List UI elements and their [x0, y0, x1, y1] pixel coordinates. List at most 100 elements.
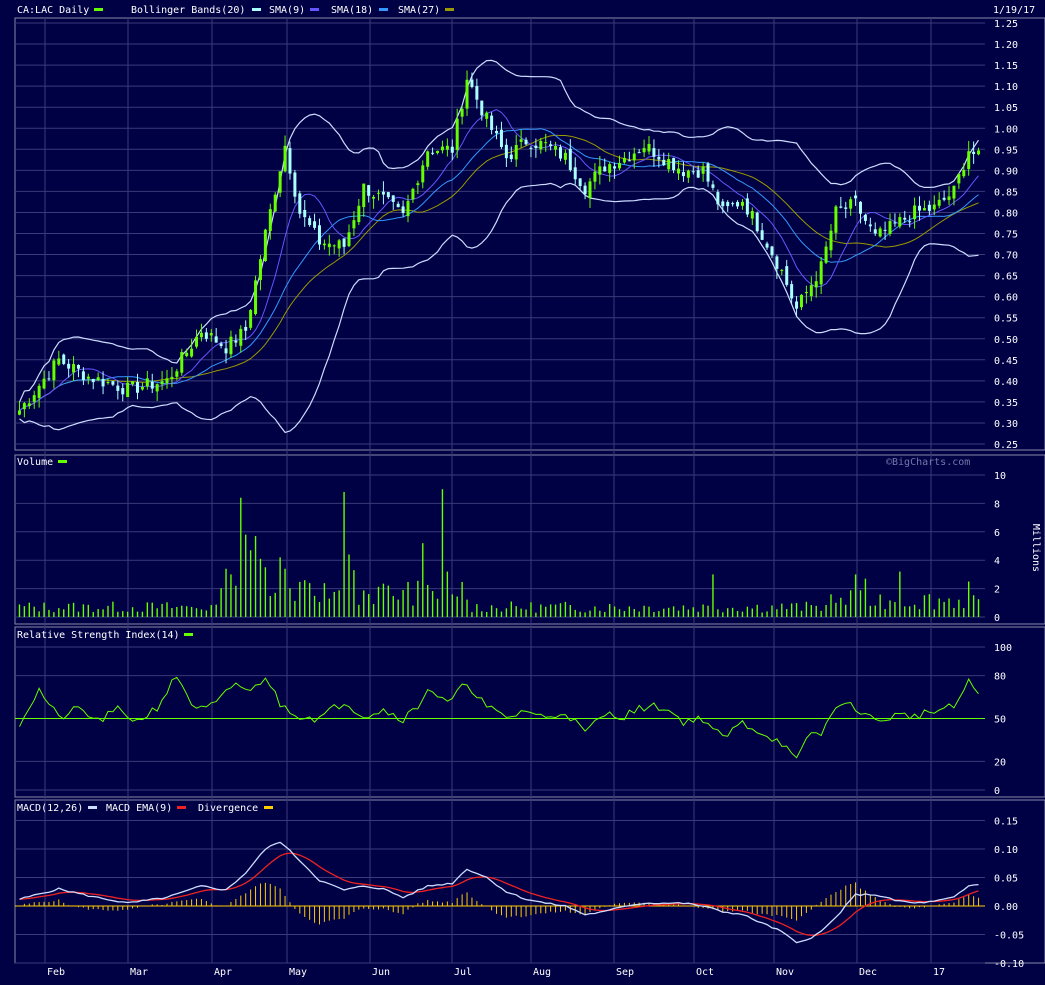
candle-body	[652, 148, 656, 157]
candle-body	[637, 152, 641, 154]
candle-body	[76, 365, 80, 369]
candle-body	[47, 378, 51, 380]
candle-body	[947, 196, 951, 201]
price-tick-label: 0.80	[994, 208, 1018, 219]
candle-body	[160, 381, 164, 385]
volume-tick-label: 8	[994, 499, 1000, 510]
candle-body	[922, 208, 926, 211]
candle-body	[834, 206, 838, 233]
candle-body	[740, 201, 744, 206]
chart-svg: Feb Mar Apr May Jun Jul Aug Sep Oct Nov Dec 17 1.25 1…	[14, 5, 1045, 978]
candle-body	[485, 112, 489, 119]
candle-body	[819, 261, 823, 285]
candle-body	[342, 238, 346, 247]
volume-title: Volume	[17, 457, 53, 468]
candle-body	[701, 166, 705, 174]
candle-body	[327, 243, 331, 248]
candle-body	[273, 194, 277, 212]
candle-body	[627, 160, 631, 162]
candle-body	[406, 201, 410, 217]
candle-body	[539, 140, 543, 150]
candle-body	[672, 158, 676, 171]
candle-body	[977, 150, 981, 155]
candle-body	[263, 229, 267, 262]
macd-line	[19, 841, 979, 944]
candle-body	[229, 336, 233, 355]
candle-body	[367, 185, 371, 196]
candle-body	[967, 151, 971, 169]
candle-body	[145, 378, 149, 387]
month-tick-label: Aug	[533, 967, 551, 978]
candle-body	[854, 195, 858, 199]
candle-body	[731, 203, 735, 205]
sma27-line	[19, 134, 979, 411]
candle-body	[903, 217, 907, 220]
candle-body	[509, 154, 513, 160]
volume-tick-label: 10	[994, 471, 1006, 482]
candle-body	[116, 385, 120, 391]
panel-frame	[14, 799, 1045, 964]
rsi-panel	[15, 676, 985, 759]
candle-body	[62, 354, 66, 364]
axes: Feb Mar Apr May Jun Jul Aug Sep Oct Nov Dec 17 1.25 1…	[47, 19, 1024, 978]
candle-body	[268, 209, 272, 231]
price-tick-label: 0.60	[994, 293, 1018, 304]
candle-body	[219, 343, 223, 347]
candle-body	[67, 363, 71, 369]
candle-body	[386, 192, 390, 198]
sma27-legend-swatch	[445, 8, 454, 11]
candle-body	[86, 376, 90, 379]
candle-body	[839, 206, 843, 208]
candle-body	[499, 129, 503, 147]
price-tick-label: 0.50	[994, 335, 1018, 346]
price-tick-label: 0.40	[994, 377, 1018, 388]
candle-body	[918, 205, 922, 211]
price-tick-label: 1.25	[994, 19, 1018, 30]
candle-body	[657, 156, 661, 160]
candle-body	[932, 204, 936, 210]
candle-body	[32, 395, 36, 402]
candle-body	[52, 360, 56, 381]
candle-body	[824, 246, 828, 263]
divergence-legend-swatch	[264, 806, 273, 809]
price-title: CA:LAC Daily	[17, 5, 89, 16]
candle-body	[563, 152, 567, 160]
rsi-title: Relative Strength Index(14)	[17, 630, 180, 641]
candle-body	[377, 192, 380, 194]
candle-body	[199, 332, 203, 338]
candle-body	[258, 259, 262, 281]
rsi-tick-label: 20	[994, 757, 1006, 768]
price-tick-label: 0.70	[994, 251, 1018, 262]
candle-body	[544, 142, 548, 144]
divergence-label: Divergence	[198, 803, 258, 814]
candle-body	[42, 378, 46, 389]
candle-body	[736, 201, 740, 207]
candle-body	[804, 292, 808, 294]
month-tick-label: Jul	[454, 967, 472, 978]
candle-body	[288, 148, 292, 174]
month-tick-label: Oct	[696, 967, 714, 978]
candle-body	[450, 146, 454, 153]
candle-body	[126, 382, 130, 398]
candle-body	[101, 378, 105, 387]
candle-body	[234, 340, 238, 343]
month-tick-label: May	[289, 967, 307, 978]
volume-tick-label: 4	[994, 556, 1000, 567]
candle-body	[755, 212, 759, 232]
candle-body	[362, 183, 366, 208]
candle-body	[170, 376, 174, 380]
candle-body	[662, 159, 666, 166]
price-tick-label: 0.35	[994, 398, 1018, 409]
candle-body	[765, 243, 769, 248]
candle-body	[711, 184, 715, 188]
sma18-legend-swatch	[379, 8, 388, 11]
candle-body	[721, 201, 725, 207]
month-tick-label: Feb	[47, 967, 65, 978]
candle-body	[96, 377, 100, 381]
volume-tick-label: 0	[994, 613, 1000, 624]
candle-body	[111, 381, 115, 385]
candle-body	[131, 381, 135, 385]
candle-body	[504, 144, 508, 159]
macd-ema-line	[19, 852, 979, 937]
candle-body	[844, 207, 848, 209]
